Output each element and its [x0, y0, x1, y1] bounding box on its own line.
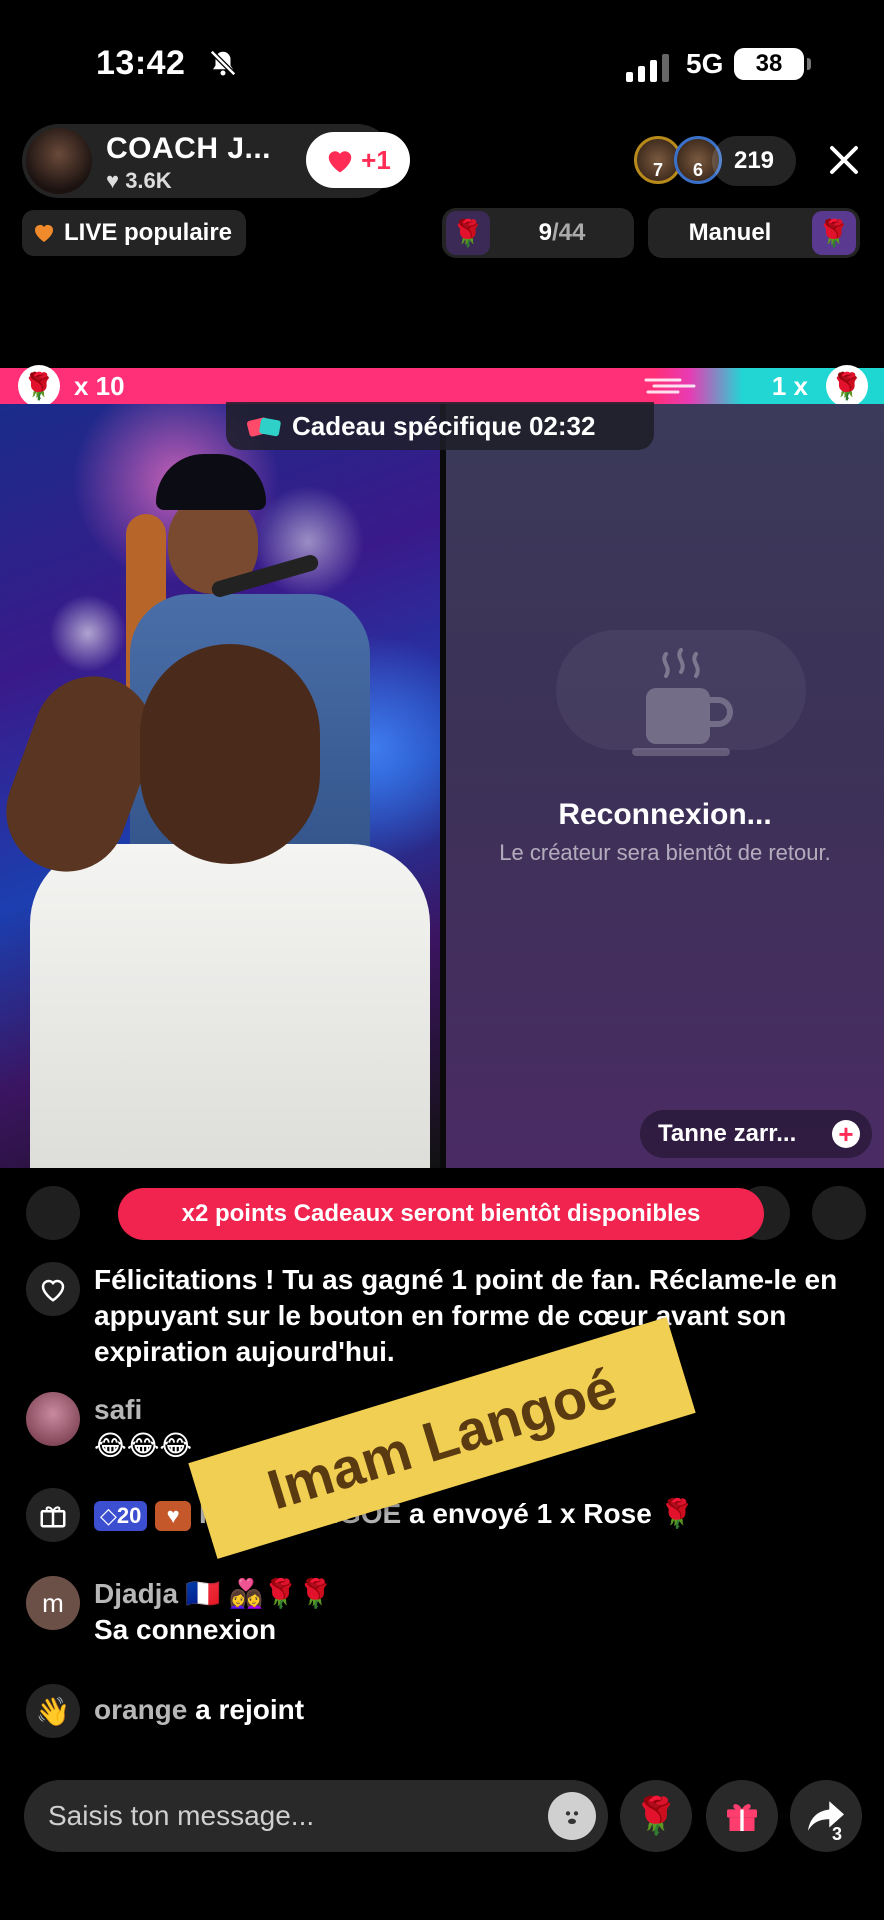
chat-text: a envoyé 1 x Rose 🌹	[408, 1498, 695, 1529]
chat-text: 😂😂😂	[94, 1430, 193, 1461]
opponent-name: Tanne zarr...	[658, 1120, 797, 1147]
chat-message: 👋 orange a rejoint	[26, 1684, 866, 1738]
emoji-icon[interactable]	[548, 1792, 596, 1840]
host-person	[0, 644, 440, 1168]
gift-timer-label: Cadeau spécifique 02:32	[292, 410, 596, 441]
gift-button[interactable]	[706, 1780, 778, 1852]
fan-heart-icon	[26, 1262, 80, 1316]
host-video[interactable]	[0, 404, 440, 1168]
opponent-video[interactable]: Reconnexion... Le créateur sera bientôt …	[446, 404, 884, 1168]
right-score: 1 x	[771, 371, 808, 401]
coffee-cup-icon	[632, 648, 733, 756]
ranking-current: 9	[538, 219, 552, 246]
chat-message: ◇ 20 ♥ IMAM LANGOÉ a envoyé 1 x Rose 🌹	[26, 1488, 866, 1542]
manual-pill[interactable]: Manuel 🌹	[648, 208, 860, 258]
chat-message: m Djadja 🇫🇷 👩‍❤️‍👩🌹🌹 Sa connexion	[26, 1576, 866, 1656]
reconnect-subtitle: Le créateur sera bientôt de retour.	[499, 840, 831, 865]
reconnect-title: Reconnexion...	[558, 798, 772, 831]
share-button[interactable]	[790, 1780, 862, 1852]
rose-icon: 🌹	[446, 211, 490, 255]
host-info[interactable]: COACH J... ♥ 3.6K +1	[22, 124, 410, 198]
user-avatar[interactable]	[26, 1392, 80, 1446]
close-icon[interactable]	[826, 142, 862, 178]
opponent-name-pill[interactable]: Tanne zarr... +	[640, 1110, 872, 1158]
gift-cards-icon	[246, 417, 281, 437]
manual-label: Manuel	[688, 219, 772, 246]
gift-timer: Cadeau spécifique 02:32	[226, 402, 654, 450]
message-placeholder: Saisis ton message...	[48, 1800, 315, 1831]
top-viewers[interactable]: 7 6	[634, 136, 722, 184]
signal-icon	[626, 54, 669, 82]
status-bar: 13:42 5G 38	[0, 0, 884, 120]
streak-icon	[644, 378, 696, 394]
fan-badge: ♥	[155, 1500, 192, 1531]
host-name: COACH J...	[106, 132, 272, 165]
clock: 13:42	[96, 44, 186, 82]
bell-slash-icon	[209, 49, 237, 77]
chat-text: Sa connexion	[94, 1614, 277, 1645]
user-avatar[interactable]: m	[26, 1576, 80, 1630]
follow-label: +1	[361, 144, 391, 175]
level-badge: ◇ 20	[94, 1500, 148, 1531]
network-type: 5G	[686, 48, 724, 79]
follow-button[interactable]: +1	[306, 132, 410, 188]
left-score: x 10	[74, 371, 125, 401]
fire-heart-icon	[35, 225, 53, 242]
gift-icon	[727, 1804, 757, 1831]
chat-username[interactable]: Djadja 🇫🇷 👩‍❤️‍👩🌹🌹	[94, 1576, 333, 1612]
host-likes-count: 3.6K	[125, 168, 172, 193]
battle-score-bar: 🌹 x 10 1 x 🌹	[0, 365, 884, 407]
host-avatar[interactable]	[26, 128, 92, 194]
points-banner: x2 points Cadeaux seront bientôt disponi…	[118, 1188, 764, 1240]
host-likes: ♥ 3.6K	[106, 168, 172, 194]
chat-message: Félicitations ! Tu as gagné 1 point de f…	[26, 1262, 866, 1372]
chat-text: a rejoint	[195, 1694, 305, 1725]
chat-username[interactable]: orange	[94, 1694, 187, 1725]
rose-icon: 🌹	[18, 365, 60, 407]
battery-icon: 38	[734, 48, 811, 80]
rose-icon: 🌹	[826, 365, 868, 407]
share-count: 3	[832, 1824, 843, 1844]
ranking-total: /44	[551, 219, 586, 246]
message-input[interactable]: Saisis ton message...	[24, 1780, 608, 1852]
chat-text: Félicitations ! Tu as gagné 1 point de f…	[94, 1264, 838, 1367]
plus-icon[interactable]: +	[832, 1120, 860, 1148]
heart-icon	[328, 151, 352, 173]
live-tag-label: LIVE populaire	[64, 219, 233, 246]
live-popular-tag[interactable]: LIVE populaire	[22, 210, 247, 256]
dim-icon	[812, 1186, 866, 1240]
viewer-count[interactable]: 219	[712, 136, 796, 186]
wave-hand-icon: 👋	[26, 1684, 80, 1738]
chat-username[interactable]: safi	[94, 1392, 192, 1428]
gift-icon	[26, 1488, 80, 1542]
dim-avatar	[26, 1186, 80, 1240]
heart-icon: ♥	[106, 168, 126, 193]
rose-icon: 🌹	[812, 211, 856, 255]
rose-icon: 🌹	[633, 1795, 679, 1836]
ranking-pill[interactable]: 🌹 9/44	[442, 208, 634, 258]
rose-gift-button[interactable]: 🌹	[620, 1780, 692, 1852]
